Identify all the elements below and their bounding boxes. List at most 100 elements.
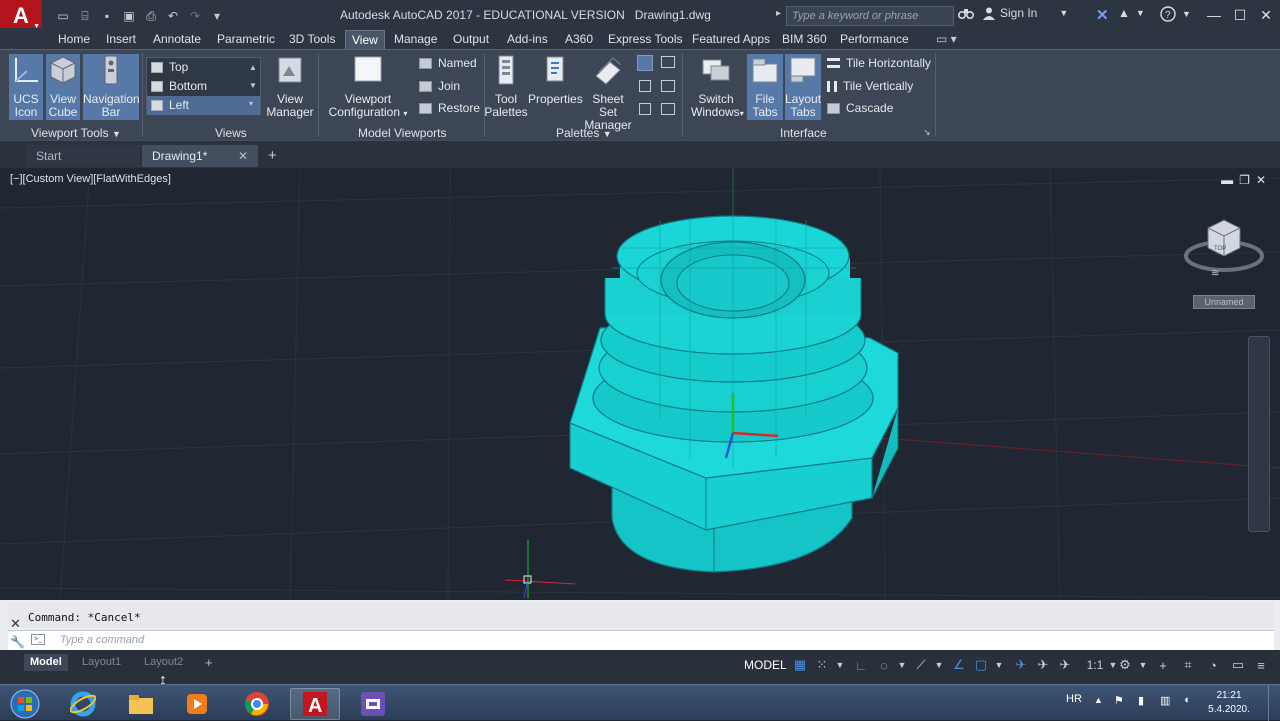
workspace-gear-icon[interactable]: ⚙ [1116, 656, 1134, 674]
file-tabs-toggle[interactable]: File Tabs [747, 54, 783, 120]
cascade-button[interactable]: Cascade [827, 101, 893, 115]
open-folder-icon[interactable]: ⌸ [74, 5, 96, 27]
layout-tab-model[interactable]: Model [24, 654, 68, 671]
auto-scale-icon[interactable]: ✈ [1034, 656, 1052, 674]
join-viewports-button[interactable]: Join [419, 79, 460, 93]
minimize-button[interactable]: — [1202, 4, 1226, 26]
close-tab-icon[interactable]: ✕ [238, 145, 248, 167]
save-as-icon[interactable]: ▣ [118, 5, 140, 27]
tab-annotate[interactable]: Annotate [147, 30, 207, 49]
annotation-monitor-icon[interactable]: + [1154, 656, 1172, 674]
a360-icon[interactable]: ▲ ▼ [1118, 6, 1145, 20]
palette-toggle-5[interactable] [639, 103, 651, 115]
close-button[interactable]: ✕ [1254, 4, 1278, 26]
chevron-down-icon[interactable]: ▼ [990, 656, 1008, 674]
add-layout-button[interactable]: + [199, 654, 219, 671]
polar-tracking-icon[interactable]: ◌ [875, 656, 893, 674]
layout-tabs-toggle[interactable]: Layout Tabs [785, 54, 821, 120]
drawing-viewport[interactable]: TOP ≋ [−][Custom View][FlatWithEdges] ▬ … [0, 168, 1280, 600]
customization-menu-icon[interactable]: ≡ [1252, 656, 1270, 674]
tab-3d-tools[interactable]: 3D Tools [283, 30, 341, 49]
undo-icon[interactable]: ↶ [162, 5, 184, 27]
switch-windows-button[interactable]: Switch Windows▾ [691, 54, 744, 120]
grid-display-icon[interactable]: ▦ [791, 656, 809, 674]
customize-dropdown-icon[interactable]: ▾ [206, 5, 228, 27]
isolate-objects-icon[interactable]: ⌗ [1179, 656, 1197, 674]
tab-home[interactable]: Home [52, 30, 96, 49]
palette-toggle-2[interactable] [661, 56, 675, 68]
tab-express-tools[interactable]: Express Tools [602, 30, 688, 49]
view-item-top[interactable]: Top [147, 58, 260, 77]
tile-vertically-button[interactable]: Tile Vertically [827, 79, 913, 93]
taskbar-teams[interactable] [348, 688, 398, 720]
taskbar-internet-explorer[interactable] [58, 688, 108, 720]
palette-toggle-1[interactable] [637, 55, 653, 71]
volume-icon[interactable]: ◖ [1183, 694, 1190, 706]
view-item-bottom[interactable]: Bottom [147, 77, 260, 96]
ribbon-minimize-toggle[interactable]: ▭ ▾ [930, 30, 963, 49]
print-icon[interactable]: ⎙ [140, 5, 162, 27]
search-expand-icon[interactable]: ▸ [776, 8, 781, 19]
tab-add-ins[interactable]: Add-ins [501, 30, 554, 49]
maximize-button[interactable]: ☐ [1228, 4, 1252, 26]
ucs-menu-unnamed[interactable]: Unnamed [1193, 295, 1255, 309]
command-prompt-icon[interactable]: >_ [31, 634, 45, 645]
palettes-panel-label[interactable]: Palettes ▼ [556, 126, 612, 140]
palette-toggle-3[interactable] [639, 80, 651, 92]
help-icon[interactable]: ? ▼ [1160, 6, 1191, 22]
power-icon[interactable]: ▮ [1138, 694, 1144, 707]
chevron-down-icon[interactable]: ▼ [1134, 656, 1152, 674]
tab-a360[interactable]: A360 [559, 30, 599, 49]
new-file-icon[interactable]: ▭ [52, 5, 74, 27]
snap-mode-icon[interactable]: ⁙ [813, 656, 831, 674]
exchange-apps-icon[interactable]: ✕ [1096, 6, 1109, 24]
tile-horizontally-button[interactable]: Tile Horizontally [827, 56, 931, 70]
tab-view[interactable]: View [345, 30, 385, 49]
save-icon[interactable]: ▪ [96, 5, 118, 27]
binoculars-icon[interactable] [958, 6, 974, 20]
tab-bim-360[interactable]: BIM 360 [776, 30, 833, 49]
view-manager-button[interactable]: View Manager [266, 54, 314, 120]
tray-expand-icon[interactable]: ▲ [1094, 695, 1103, 705]
file-tab-drawing1[interactable]: Drawing1* ✕ [142, 145, 258, 167]
chevron-down-icon[interactable]: ▼ [893, 656, 911, 674]
clean-screen-icon[interactable]: ▭ [1229, 656, 1247, 674]
viewcube[interactable]: TOP ≋ [1184, 219, 1264, 279]
tab-performance[interactable]: Performance [834, 30, 915, 49]
tool-palettes-button[interactable]: Tool Palettes [484, 54, 528, 120]
views-gallery-scroll[interactable]: ▲ ▼ ▾ [249, 59, 257, 113]
tab-featured-apps[interactable]: Featured Apps [686, 30, 776, 49]
object-snap-tracking-icon[interactable]: ∠ [950, 656, 968, 674]
isodraft-icon[interactable]: ⟋ [912, 656, 930, 674]
taskbar-chrome[interactable] [232, 688, 282, 720]
views-gallery[interactable]: Top Bottom Left [146, 57, 261, 115]
annotation-scale-icon[interactable]: ✈ [1056, 656, 1074, 674]
start-button[interactable] [0, 688, 50, 720]
command-input[interactable]: Type a command [8, 630, 1274, 650]
annotation-visibility-icon[interactable]: ✈ [1012, 656, 1030, 674]
layout-tab-layout2[interactable]: Layout2 [138, 654, 189, 671]
named-viewports-button[interactable]: Named [419, 56, 477, 70]
viewport-minimize-icon[interactable]: ▬ [1221, 173, 1233, 187]
ortho-mode-icon[interactable]: ∟ [852, 656, 870, 674]
wrench-icon[interactable]: 🔧 [10, 635, 25, 649]
navigation-bar-button[interactable]: Navigation Bar [83, 54, 140, 120]
chevron-down-icon[interactable]: ▼ [831, 656, 849, 674]
view-item-left[interactable]: Left [147, 96, 260, 115]
properties-button[interactable]: Properties [528, 54, 583, 120]
tab-output[interactable]: Output [447, 30, 495, 49]
new-tab-button[interactable]: + [262, 145, 284, 167]
view-cube-button[interactable]: View Cube [46, 54, 80, 120]
panel-launcher-icon[interactable]: ↘ [923, 127, 931, 138]
palette-toggle-6[interactable] [661, 103, 675, 115]
show-desktop-button[interactable] [1268, 685, 1280, 721]
viewport-configuration-button[interactable]: Viewport Configuration ▾ [328, 54, 408, 120]
hardware-acceleration-icon[interactable]: ◔ [1204, 656, 1222, 674]
palette-toggle-4[interactable] [661, 80, 675, 92]
tab-parametric[interactable]: Parametric [211, 30, 281, 49]
tray-clock[interactable]: 21:21 5.4.2020. [1206, 689, 1252, 717]
navigation-bar[interactable] [1248, 336, 1270, 532]
sign-in-button[interactable]: Sign In ▼ [982, 6, 1068, 20]
object-snap-icon[interactable]: ▢ [972, 656, 990, 674]
network-icon[interactable]: ▥ [1160, 694, 1170, 707]
